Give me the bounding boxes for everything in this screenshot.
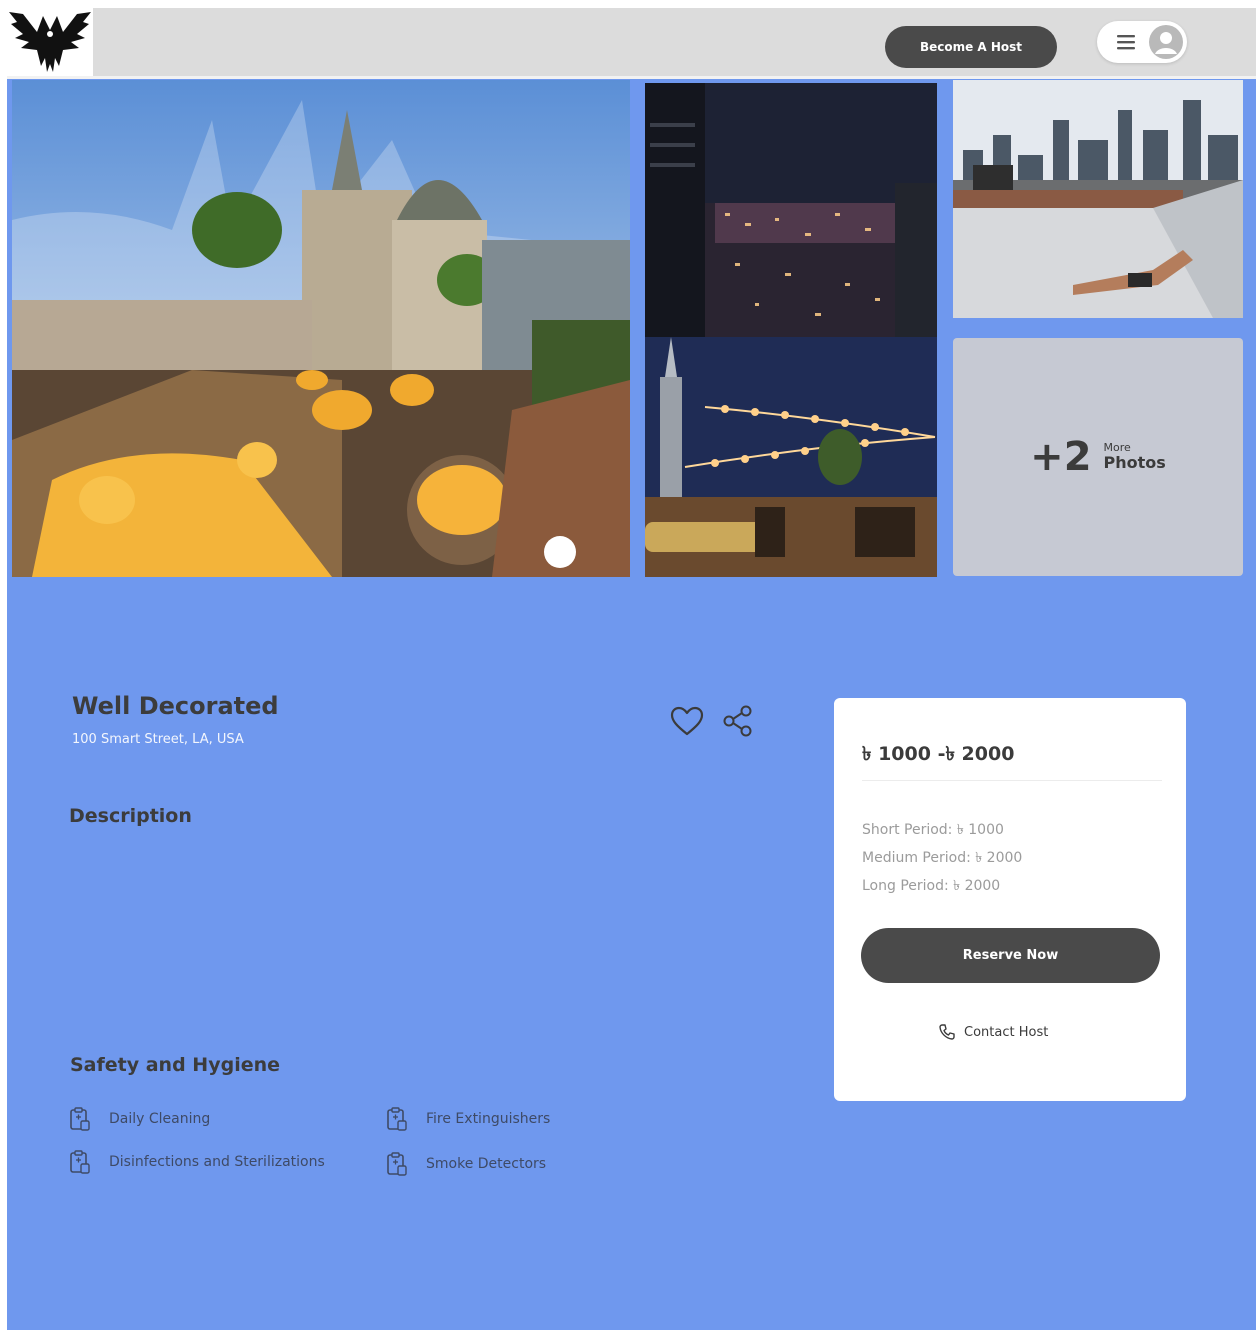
main-photo-rooftop-terrace[interactable]	[12, 80, 630, 577]
booking-card: ৳ 1000 -৳ 2000 Short Period: ৳ 1000 Medi…	[834, 698, 1186, 1101]
clipboard-icon	[387, 1107, 407, 1131]
more-photos-button[interactable]: +2 More Photos	[953, 338, 1243, 576]
phone-icon	[939, 1024, 955, 1040]
more-photos-label: More Photos	[1103, 441, 1166, 473]
clipboard-icon	[387, 1152, 407, 1176]
reserve-now-button[interactable]: Reserve Now	[861, 928, 1160, 983]
amenity-item: Daily Cleaning	[69, 1106, 210, 1132]
card-divider	[862, 780, 1162, 781]
description-heading: Description	[69, 805, 192, 827]
photo-rooftop-skyline-sunbathing[interactable]	[953, 80, 1243, 318]
user-menu-button[interactable]	[1097, 21, 1187, 63]
hamburger-icon	[1117, 35, 1135, 50]
page: Become A Host +2 More Photos Well Decora…	[7, 8, 1256, 1330]
top-header: Become A Host	[7, 8, 1256, 76]
amenity-item: Fire Extinguishers	[386, 1106, 550, 1132]
share-icon[interactable]	[721, 704, 755, 738]
logo[interactable]	[7, 8, 93, 76]
listing-title: Well Decorated	[72, 692, 279, 720]
safety-heading: Safety and Hygiene	[70, 1054, 281, 1076]
header-divider	[7, 76, 1256, 79]
amenity-item: Disinfections and Sterilizations	[69, 1149, 325, 1175]
more-photos-count: +2	[1030, 434, 1092, 480]
user-avatar-icon	[1149, 25, 1183, 59]
clipboard-icon	[70, 1107, 90, 1131]
contact-host-link[interactable]: Contact Host	[938, 1023, 1048, 1041]
long-period-price: Long Period: ৳ 2000	[862, 878, 1001, 894]
photo-night-city-view[interactable]	[645, 83, 937, 337]
price-range: ৳ 1000 -৳ 2000	[862, 743, 1015, 765]
clipboard-icon	[70, 1150, 90, 1174]
photo-rooftop-string-lights[interactable]	[645, 337, 937, 577]
medium-period-price: Medium Period: ৳ 2000	[862, 850, 1023, 866]
short-period-price: Short Period: ৳ 1000	[862, 822, 1004, 838]
heart-icon[interactable]	[669, 705, 705, 737]
amenity-item: Smoke Detectors	[386, 1151, 546, 1177]
listing-address: 100 Smart Street, LA, USA	[72, 732, 244, 747]
eagle-logo-icon	[9, 12, 91, 72]
become-host-button[interactable]: Become A Host	[885, 26, 1057, 68]
